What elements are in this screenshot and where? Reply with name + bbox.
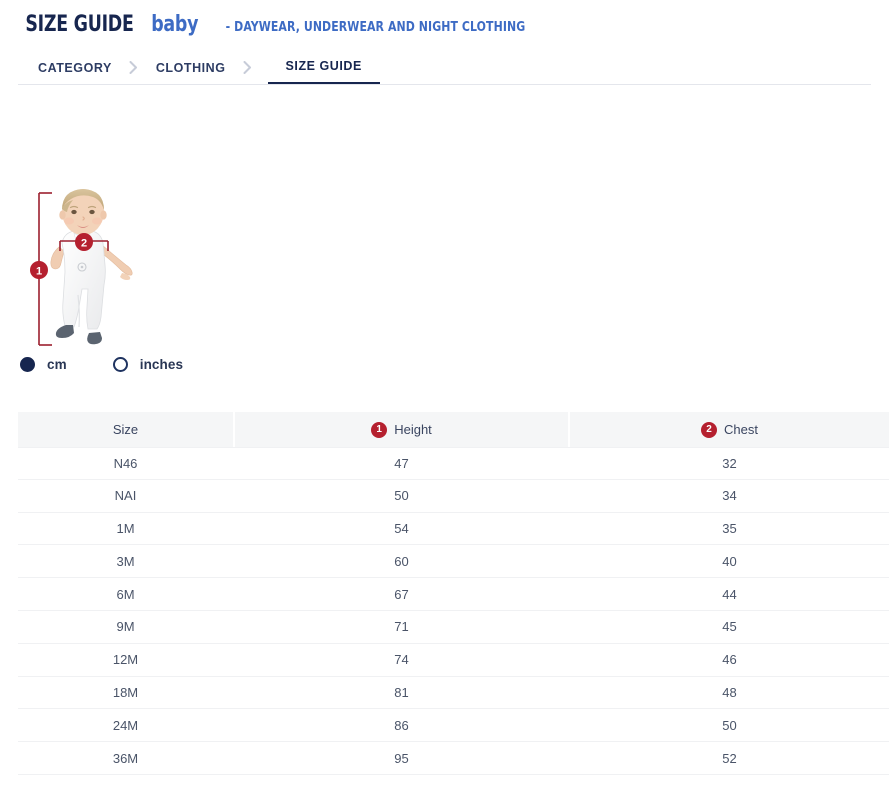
chevron-right-icon-2 <box>228 50 268 85</box>
column-header-chest: 2 Chest <box>570 412 889 447</box>
breadcrumb: CATEGORY CLOTHING SIZE GUIDE <box>36 50 380 85</box>
radio-inches-icon[interactable] <box>113 357 128 372</box>
page-title-tagline: - DAYWEAR, UNDERWEAR AND NIGHT CLOTHING <box>226 19 526 35</box>
cell-height: 50 <box>233 480 570 512</box>
table-row: N464732 <box>18 447 889 480</box>
cell-chest: 35 <box>570 513 889 545</box>
size-table: Size 1 Height 2 Chest N464732NAI50341M54… <box>18 412 889 775</box>
height-marker-label: 1 <box>36 266 42 278</box>
chest-marker-label: 2 <box>81 238 87 250</box>
cell-chest: 50 <box>570 709 889 741</box>
cell-size: NAI <box>18 480 233 512</box>
cell-chest: 32 <box>570 448 889 479</box>
size-guide-page: SIZE GUIDE baby - DAYWEAR, UNDERWEAR AND… <box>0 0 889 791</box>
column-header-size: Size <box>18 412 233 447</box>
cell-size: 12M <box>18 644 233 676</box>
table-row: 1M5435 <box>18 513 889 546</box>
unit-option-inches-label: inches <box>140 357 183 372</box>
cell-size: 36M <box>18 742 233 774</box>
chest-badge-icon: 2 <box>701 422 717 438</box>
cell-chest: 52 <box>570 742 889 774</box>
unit-selector: cm inches <box>20 357 183 372</box>
unit-option-inches[interactable]: inches <box>113 357 183 372</box>
column-header-chest-label: Chest <box>724 422 758 437</box>
unit-option-cm-label: cm <box>47 357 67 372</box>
cell-size: 1M <box>18 513 233 545</box>
table-row: 36M9552 <box>18 742 889 775</box>
breadcrumb-item-clothing[interactable]: CLOTHING <box>154 50 228 85</box>
table-row: 6M6744 <box>18 578 889 611</box>
cell-height: 81 <box>233 677 570 709</box>
cell-size: 24M <box>18 709 233 741</box>
table-row: 12M7446 <box>18 644 889 677</box>
cell-height: 71 <box>233 611 570 643</box>
breadcrumb-item-category[interactable]: CATEGORY <box>36 50 114 85</box>
cell-size: 18M <box>18 677 233 709</box>
page-title-main: SIZE GUIDE <box>25 12 133 37</box>
unit-option-cm[interactable]: cm <box>20 357 67 372</box>
cell-chest: 45 <box>570 611 889 643</box>
cell-height: 95 <box>233 742 570 774</box>
column-header-size-label: Size <box>113 422 138 437</box>
column-header-height: 1 Height <box>233 412 570 447</box>
table-row: 9M7145 <box>18 611 889 644</box>
chevron-right-icon <box>114 50 154 85</box>
baby-measurement-illustration: 1 2 <box>18 185 198 355</box>
cell-chest: 48 <box>570 677 889 709</box>
cell-height: 47 <box>233 448 570 479</box>
cell-chest: 46 <box>570 644 889 676</box>
radio-cm-icon[interactable] <box>20 357 35 372</box>
cell-chest: 34 <box>570 480 889 512</box>
table-row: 18M8148 <box>18 677 889 710</box>
table-row: 3M6040 <box>18 545 889 578</box>
cell-height: 54 <box>233 513 570 545</box>
height-badge-icon: 1 <box>371 422 387 438</box>
baby-photo <box>51 189 132 344</box>
cell-height: 74 <box>233 644 570 676</box>
page-title: SIZE GUIDE baby - DAYWEAR, UNDERWEAR AND… <box>18 12 542 37</box>
table-row: 24M8650 <box>18 709 889 742</box>
cell-chest: 40 <box>570 545 889 577</box>
table-row: NAI5034 <box>18 480 889 513</box>
cell-height: 86 <box>233 709 570 741</box>
cell-chest: 44 <box>570 578 889 610</box>
breadcrumb-item-size-guide[interactable]: SIZE GUIDE <box>268 50 380 85</box>
cell-size: N46 <box>18 448 233 479</box>
cell-height: 67 <box>233 578 570 610</box>
cell-size: 6M <box>18 578 233 610</box>
breadcrumb-divider <box>18 84 871 85</box>
size-table-body: N464732NAI50341M54353M60406M67449M714512… <box>18 447 889 775</box>
chest-marker-badge: 2 <box>75 233 93 251</box>
page-title-category: baby <box>151 12 198 37</box>
cell-size: 3M <box>18 545 233 577</box>
cell-height: 60 <box>233 545 570 577</box>
size-table-header: Size 1 Height 2 Chest <box>18 412 889 447</box>
height-marker-badge: 1 <box>30 261 48 279</box>
column-header-height-label: Height <box>394 422 432 437</box>
cell-size: 9M <box>18 611 233 643</box>
